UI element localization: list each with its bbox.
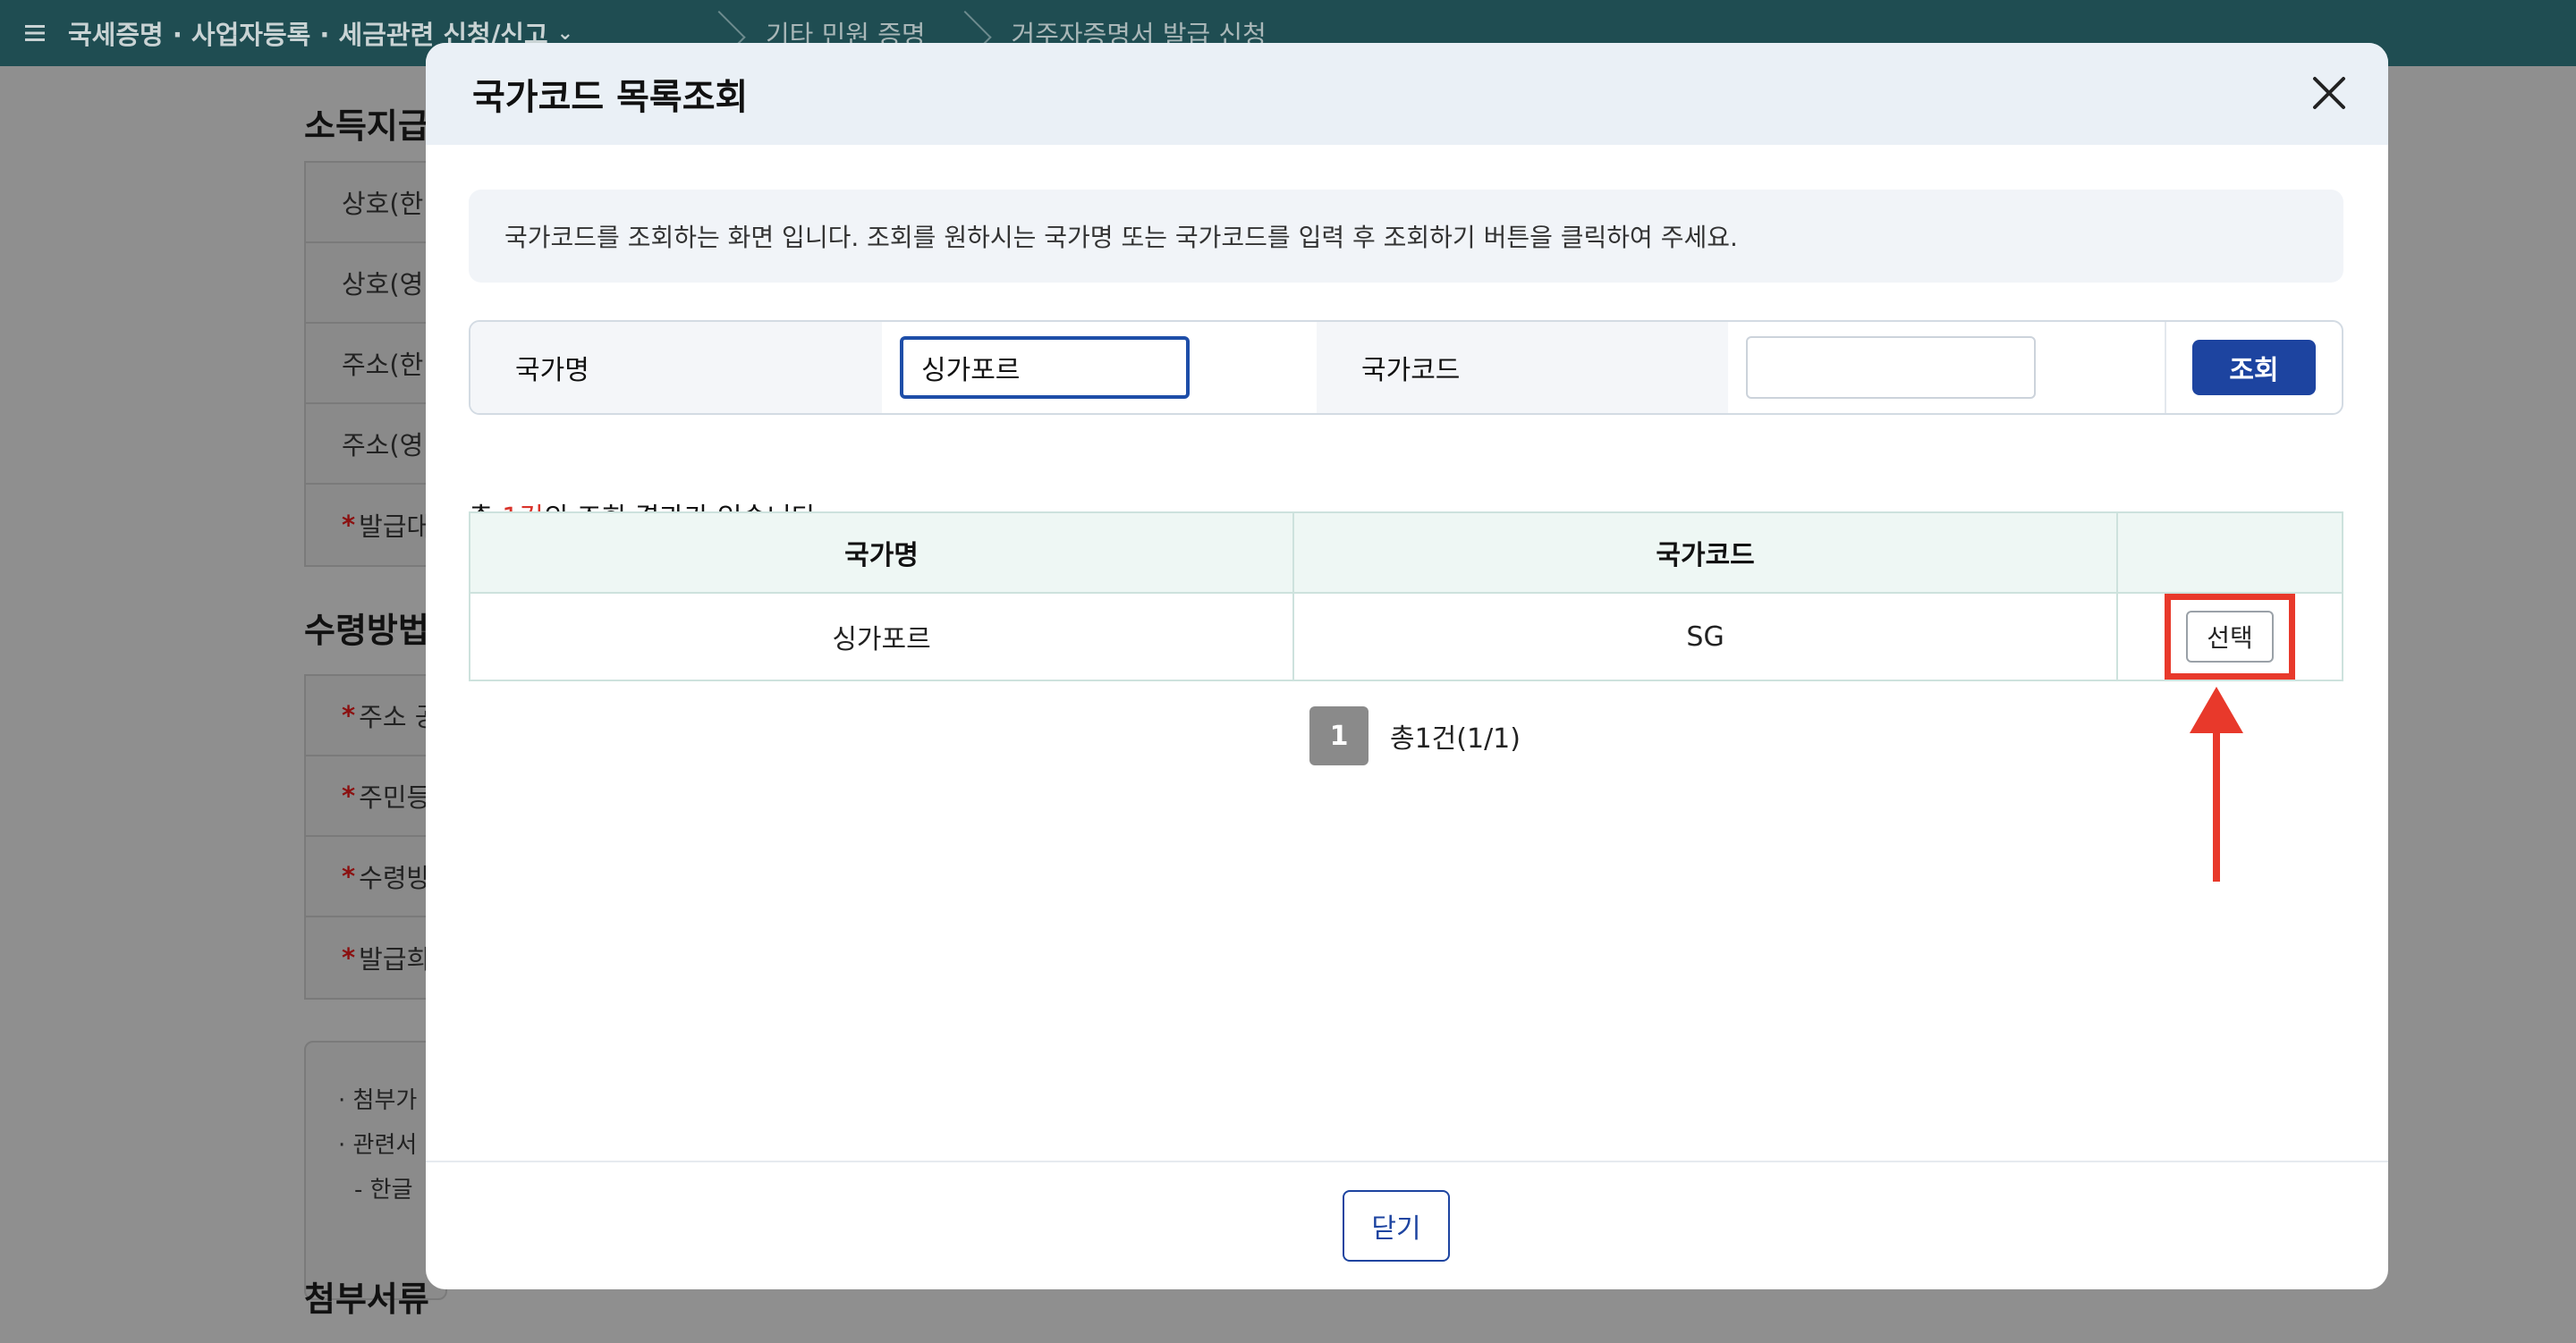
section-title-payer: 소득지급 bbox=[304, 106, 429, 146]
cell-country-code: SG bbox=[1292, 592, 2119, 681]
cell-action: 선택 bbox=[2116, 592, 2343, 681]
required-mark: * bbox=[342, 942, 356, 973]
pagination: 1 총1건(1/1) bbox=[1309, 706, 1521, 765]
hamburger-menu-icon[interactable] bbox=[25, 25, 45, 41]
form-row: 주소(한 bbox=[306, 324, 445, 404]
modal-footer: 닫기 bbox=[426, 1161, 2388, 1289]
required-mark: * bbox=[342, 861, 356, 891]
section-title-receipt: 수령방법 bbox=[304, 611, 429, 650]
country-code-label: 국가코드 bbox=[1317, 322, 1728, 413]
cell-country-name: 싱가포르 bbox=[468, 592, 1295, 681]
close-button[interactable]: 닫기 bbox=[1343, 1190, 1450, 1262]
info-message: 국가코드를 조회하는 화면 입니다. 조회를 원하시는 국가명 또는 국가코드를… bbox=[469, 190, 2343, 283]
chevron-down-icon: ⌄ bbox=[556, 21, 574, 45]
select-button[interactable]: 선택 bbox=[2186, 611, 2275, 663]
search-button[interactable]: 조회 bbox=[2192, 340, 2316, 395]
page-button-current[interactable]: 1 bbox=[1309, 706, 1368, 765]
column-header-action bbox=[2116, 511, 2343, 594]
highlight-box: 선택 bbox=[2165, 594, 2296, 680]
table-row: 싱가포르 SG 선택 bbox=[468, 592, 2343, 681]
form-row: 주소(영 bbox=[306, 404, 445, 485]
form-row: 상호(영 bbox=[306, 243, 445, 324]
column-header-country-name: 국가명 bbox=[468, 511, 1295, 594]
modal-title: 국가코드 목록조회 bbox=[472, 77, 749, 118]
required-mark: * bbox=[342, 510, 356, 540]
form-row: * 수령방법 bbox=[306, 837, 445, 917]
search-form: 국가명 국가코드 조회 bbox=[469, 320, 2343, 415]
required-mark: * bbox=[342, 781, 356, 811]
country-name-label: 국가명 bbox=[470, 322, 882, 413]
column-header-country-code: 국가코드 bbox=[1292, 511, 2119, 594]
search-button-cell: 조회 bbox=[2165, 322, 2342, 413]
page-total: 총1건(1/1) bbox=[1390, 723, 1521, 755]
form-row: * 주민등록 bbox=[306, 756, 445, 837]
form-row: 상호(한 bbox=[306, 163, 445, 243]
close-icon[interactable] bbox=[2304, 68, 2354, 118]
form-row: * 발급대상 bbox=[306, 485, 445, 565]
result-table: 국가명 국가코드 싱가포르 SG 선택 bbox=[468, 511, 2343, 681]
annotation-arrow-icon bbox=[2190, 687, 2243, 882]
country-code-cell bbox=[1728, 322, 2165, 413]
section-title-attachments: 첨부서류 bbox=[304, 1280, 429, 1319]
country-name-cell bbox=[882, 322, 1317, 413]
form-row: * 발급희망 bbox=[306, 917, 445, 998]
table-header-row: 국가명 국가코드 bbox=[468, 511, 2343, 594]
country-code-input[interactable] bbox=[1746, 336, 2036, 399]
country-code-modal: 국가코드 목록조회 국가코드를 조회하는 화면 입니다. 조회를 원하시는 국가… bbox=[426, 43, 2388, 1289]
modal-header: 국가코드 목록조회 bbox=[426, 43, 2388, 145]
form-row: * 주소 공 bbox=[306, 676, 445, 756]
required-mark: * bbox=[342, 700, 356, 731]
country-name-input[interactable] bbox=[900, 336, 1190, 399]
